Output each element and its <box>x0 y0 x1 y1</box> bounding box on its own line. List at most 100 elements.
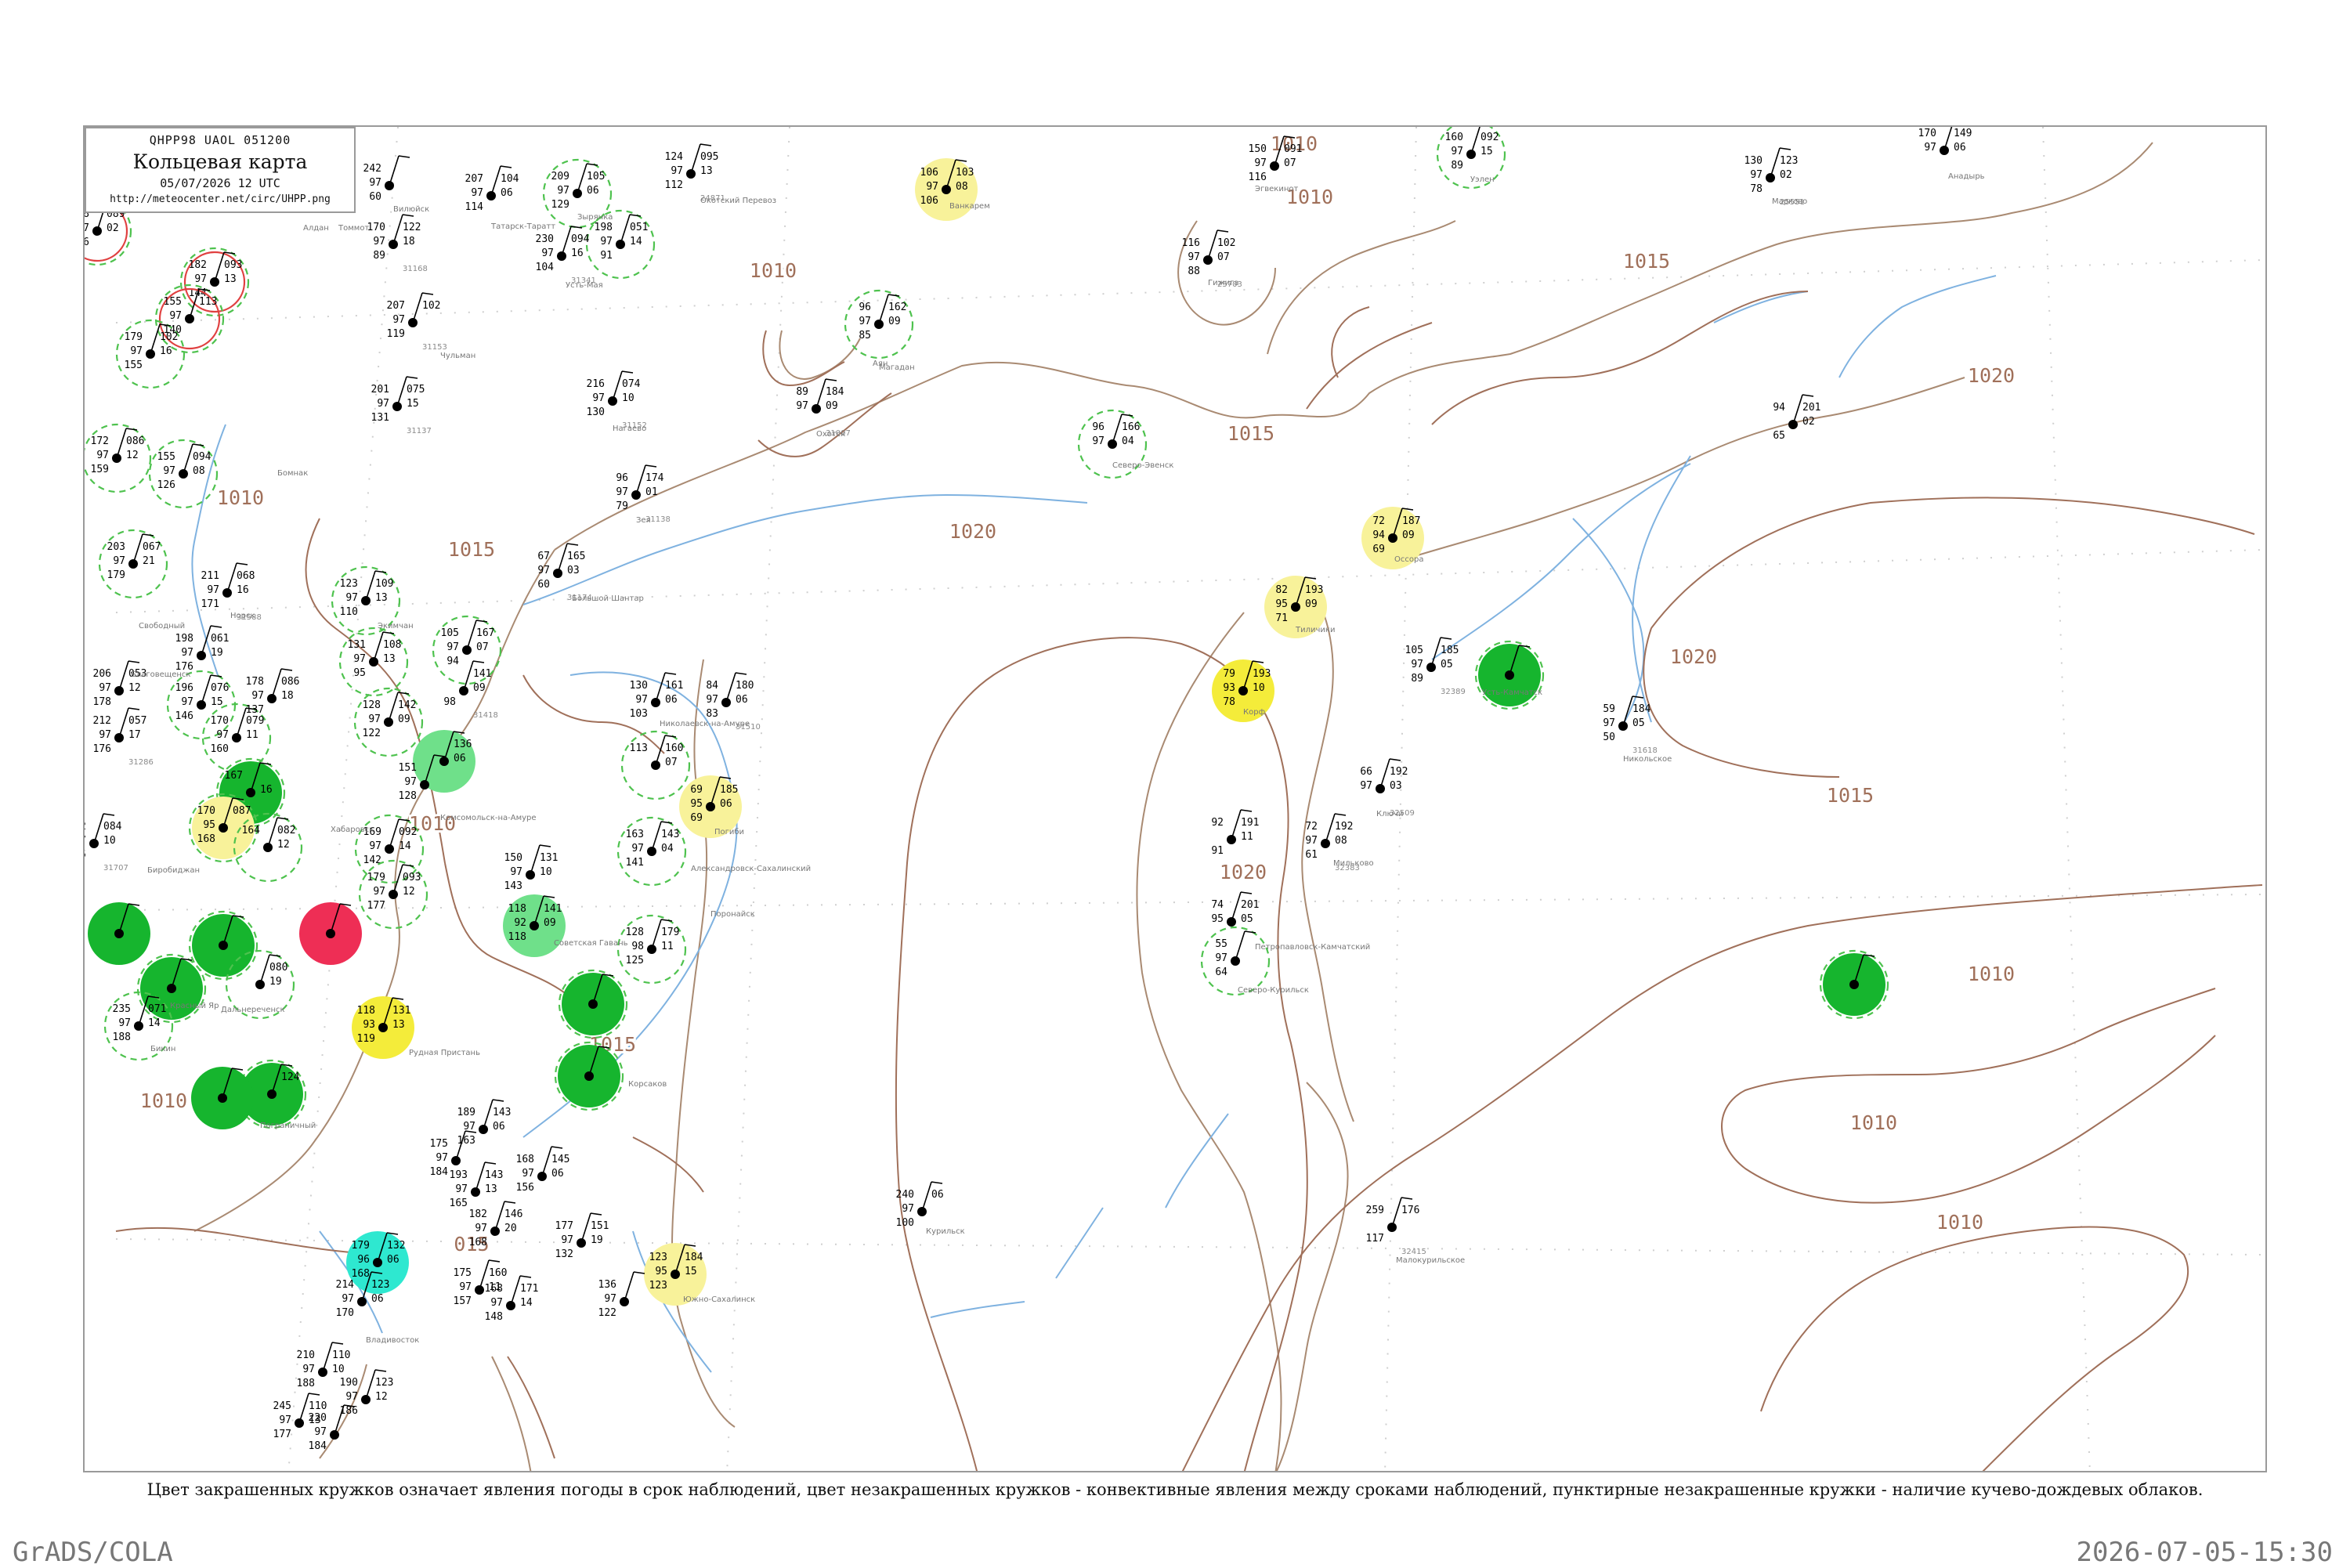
station-value: 189 <box>457 1107 475 1118</box>
station-pressure-value: 102 <box>1217 237 1235 249</box>
station-pressure-value: 095 <box>700 151 718 163</box>
station-value: 168 <box>469 1237 487 1248</box>
isobar-label: 1010 <box>1850 1111 1897 1134</box>
station-value: 170 <box>1918 128 1936 139</box>
station-s77[interactable]: 193 97 165 143 13 <box>450 1162 504 1209</box>
wind-feather-icon <box>142 533 154 537</box>
station-s91[interactable]: 192 97 175 084 10 31707 <box>85 813 128 873</box>
station-s07[interactable]: 203 97 179 067 21 <box>98 529 168 599</box>
station-value: 89 <box>1451 160 1463 172</box>
station-value: 198 <box>175 633 193 645</box>
station-s60[interactable]: 9697791740131138 <box>616 464 671 524</box>
station-s90[interactable]: 212 97 176 057 17 31286 <box>93 707 154 767</box>
station-s43[interactable] <box>1474 640 1545 710</box>
station-s88[interactable]: 1989717606119 <box>175 625 230 673</box>
station-s78[interactable]: 182 97 168 146 20 <box>469 1201 523 1248</box>
station-s70[interactable]: 92 91 191 11 <box>1211 809 1259 857</box>
station-s10[interactable]: 131 97 95 108 13 <box>338 627 409 697</box>
station-s05[interactable]: 172 97 159 086 12 <box>85 423 152 493</box>
station-s65[interactable]: 94 65 201 02 <box>1773 394 1820 442</box>
station-s47[interactable]: 128 98 125 179 11 <box>616 914 687 985</box>
station-s32[interactable] <box>191 1067 254 1129</box>
station-s96[interactable]: 150 97 143 131 10 <box>504 844 559 892</box>
station-s92[interactable]: 178 97 137 086 18 <box>246 668 300 716</box>
station-name: Бикин <box>150 1045 175 1053</box>
station-s74[interactable]: 189 97 163 143 06 <box>457 1099 512 1147</box>
station-s97[interactable]: 6797601650331174 <box>537 543 592 602</box>
station-s49[interactable]: 55 97 64 <box>1200 926 1271 996</box>
station-s52[interactable]: 170 97 89 122 18 31168 <box>367 214 428 273</box>
station-pressure-value: 14 <box>520 1297 533 1309</box>
wind-barb-icon <box>132 533 143 565</box>
station-s28[interactable]: 118 92 118 141 09 <box>503 894 566 957</box>
station-s82[interactable]: 136 97 122 <box>598 1271 645 1319</box>
station-s06[interactable]: 155 97 126 094 08 <box>148 439 219 509</box>
station-s44[interactable]: 113 160 07 <box>620 730 691 800</box>
station-s72[interactable]: 240 97 100 06 <box>896 1181 944 1229</box>
station-value: 97 <box>510 866 522 878</box>
station-value: 155 <box>157 451 175 463</box>
station-s37[interactable]: 96 97 85 162 09 <box>844 289 914 359</box>
station-pressure-value: 136 <box>454 739 472 750</box>
station-value: 211 <box>201 570 219 582</box>
station-s87[interactable]: 190 97 186 123 12 <box>340 1369 394 1417</box>
wind-feather-icon <box>421 292 434 295</box>
station-s64[interactable]: 170 97 149 06 <box>1918 127 1972 155</box>
station-pressure-value: 145 <box>551 1154 569 1165</box>
wind-barb-icon <box>1770 147 1781 179</box>
station-s79[interactable]: 177 97 132 151 19 <box>555 1212 609 1260</box>
station-pressure-value: 12 <box>126 450 139 461</box>
wind-barb-icon <box>655 735 666 766</box>
station-pressure-value: 192 <box>1390 766 1408 778</box>
station-s20[interactable]: 179 97 177 093 12 <box>358 859 428 930</box>
map-canvas[interactable]: 101010101010 1015102010151020101510101020… <box>85 127 2267 1472</box>
station-s27[interactable]: 118 93 119 131 13 <box>352 996 414 1059</box>
station-s46[interactable]: 163 97 141 143 04 <box>616 816 687 887</box>
station-pressure-value: 184 <box>1632 703 1651 715</box>
bulletin-code: QHPP98 UAOL 051200 <box>149 133 291 147</box>
wind-feather-icon <box>397 692 410 695</box>
station-pressure-value: 123 <box>375 1377 393 1389</box>
station-s51[interactable]: 242 97 60 <box>363 155 410 203</box>
station-s67[interactable]: 59 97 50 184 05 31618 <box>1603 695 1658 755</box>
station-s81[interactable]: 168 97 148 171 14 <box>485 1275 539 1323</box>
station-s73[interactable]: 259 117 176 32415 <box>1366 1197 1426 1256</box>
station-s58[interactable]: 124971120951324871 <box>665 143 725 203</box>
station-s76[interactable]: 168 97 156 145 06 <box>516 1146 570 1194</box>
station-s93[interactable]: 130 97 103 161 06 <box>630 672 684 720</box>
station-s55[interactable]: 207 97 114 104 06 <box>465 165 519 213</box>
station-pressure-value: 05 <box>1241 913 1253 925</box>
station-s14[interactable]: 128 97 122 142 09 <box>353 687 424 757</box>
station-value: 97 <box>796 400 808 412</box>
station-s57[interactable]: 216971300741031152 <box>587 370 647 430</box>
source-url[interactable]: http://meteocenter.net/circ/UHPP.png <box>86 193 354 205</box>
station-s36[interactable]: 106 97 106 103 08 <box>915 158 978 221</box>
station-s50[interactable] <box>1819 949 1889 1020</box>
station-value: 97 <box>373 236 385 247</box>
wind-feather-icon <box>1217 229 1229 233</box>
station-s71[interactable]: 74 95 201 05 <box>1211 891 1259 927</box>
station-s56[interactable]: 230971040941631341 <box>536 226 596 285</box>
station-s89[interactable]: 2069717805312 <box>93 660 147 708</box>
station-pressure-value: 086 <box>126 435 144 447</box>
station-pressure-value: 19 <box>269 976 282 988</box>
station-name: Зея <box>636 516 651 525</box>
station-pressure-value: 12 <box>277 839 290 851</box>
station-s23[interactable] <box>299 902 362 965</box>
station-pressure-value: 06 <box>551 1168 564 1180</box>
station-s53[interactable]: 207 97 119 102 31153 <box>387 292 447 352</box>
station-pressure-value: 184 <box>826 386 844 398</box>
station-s98[interactable]: 98 141 09 31418 <box>443 660 498 720</box>
map-frame[interactable]: 1010 1010 1010 1015 1020 1015 1020 1015 1010 1020… <box>83 125 2267 1472</box>
station-s66[interactable]: 105 97 89 185 05 32389 <box>1405 637 1466 696</box>
isobar-label: 1010 <box>1968 963 2015 985</box>
station-s21[interactable] <box>88 902 150 965</box>
station-s68[interactable]: 66971920332509 <box>1360 758 1415 818</box>
station-name: Чульман <box>440 352 475 360</box>
station-s29[interactable] <box>558 969 628 1039</box>
station-value: 78 <box>1750 183 1762 195</box>
station-s59[interactable]: 89971840931007 <box>796 378 851 438</box>
station-s54[interactable]: 201 97 131 075 15 31137 <box>371 376 432 435</box>
station-value: 98 <box>443 696 456 708</box>
station-name: Анадырь <box>1948 172 1985 181</box>
